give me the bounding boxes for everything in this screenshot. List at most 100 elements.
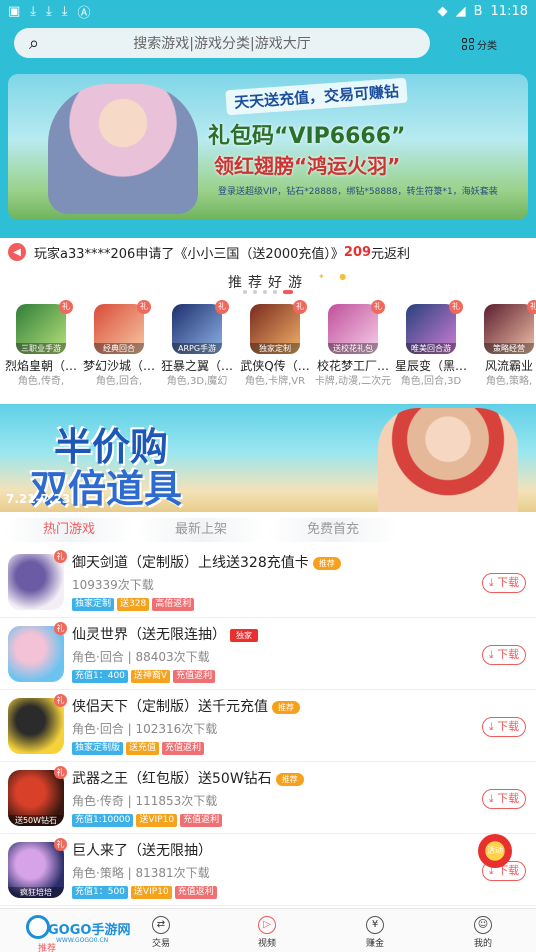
- rebate-ticker[interactable]: ◀ 玩家a33****206申请了《小小三国（送2000充值）》 209 元返利: [0, 238, 536, 266]
- game-list-row[interactable]: 送50W钻石 礼武器之王（红包版）送50W钻石 推荐 角色·传奇 | 111853次下…: [0, 762, 536, 834]
- download-icon: ⤓: [488, 576, 498, 589]
- game-chip: 充值1：400: [72, 670, 128, 683]
- notification-icons: ▣ ⤓ ⤓ ⤓ Ⓐ: [8, 2, 91, 21]
- game-chip: 充值返利: [173, 670, 216, 683]
- search-placeholder: 搜索游戏|游戏分类|游戏大厅: [133, 36, 311, 52]
- gift-badge-icon: 礼: [449, 300, 463, 314]
- game-chip: 送VIP10: [130, 886, 172, 899]
- game-title-text: 侠侣天下（定制版）送千元充值: [72, 699, 268, 715]
- search-bar[interactable]: ⌕ 搜索游戏|游戏分类|游戏大厅: [14, 28, 430, 58]
- game-list-row[interactable]: 疯狂培培 礼巨人来了（送无限抽） 角色·策略 | 81381次下载 充值1：500 送V…: [0, 834, 536, 906]
- download-label: 下载: [497, 720, 520, 733]
- grid-icon: [462, 38, 474, 50]
- gift-badge-icon: 礼: [54, 550, 67, 563]
- recommend-game-item[interactable]: 唯美回合游 礼星辰变（黑… 角色,回合,3D: [391, 300, 471, 388]
- game-chip: 送VIP10: [136, 814, 178, 827]
- game-title-text: 仙灵世界（送无限连抽）: [72, 627, 226, 643]
- game-list-row[interactable]: 礼仙灵世界（送无限连抽） 独家 角色·回合 | 88403次下载 充值1：400 送神裔…: [0, 618, 536, 690]
- notification-app-icon: ▣: [8, 3, 21, 19]
- game-icon-label: 策略经营: [484, 343, 534, 354]
- download-icon: ⤓: [488, 648, 498, 661]
- category-button[interactable]: 分类: [462, 32, 522, 56]
- promo-dates: 7.21-7.23: [6, 492, 71, 506]
- recommend-game-item[interactable]: 送校花礼包 礼校花梦工厂… 卡牌,动漫,二次元: [313, 300, 393, 388]
- game-list-row[interactable]: 礼御天剑道（定制版）上线送328充值卡 推荐 109339次下载 独家定制 送328 高倍…: [0, 546, 536, 618]
- recommend-game-item[interactable]: 独家定制 礼武侠Q传（… 角色,卡牌,VR: [235, 300, 315, 388]
- game-chip: 送328: [117, 598, 150, 611]
- ticker-prefix: 玩家a33****206申请了《小小三国（送2000充值）》: [34, 246, 344, 262]
- logo-url: WWW.GOGO0.CN: [56, 937, 109, 944]
- game-title: 仙灵世界（送无限连抽） 独家: [72, 624, 258, 644]
- game-chips: 充值1:10000 送VIP10 充值返利: [72, 814, 223, 827]
- game-meta: 角色·回合 | 102316次下载: [72, 722, 218, 736]
- game-chips: 独家定制版 送充值 充值返利: [72, 742, 205, 755]
- game-title: 侠侣天下（定制版）送千元充值 推荐: [72, 696, 300, 716]
- banner-line1: 天天送充值，交易可赚钻: [225, 77, 408, 116]
- recommend-game-item[interactable]: ARPG手游 礼狂暴之翼（… 角色,3D,魔幻: [157, 300, 237, 388]
- search-icon: ⌕: [28, 32, 40, 54]
- banner-line2: 礼包码“VIP6666”: [208, 124, 406, 149]
- recommend-row: 三职业手游 礼烈焰皇朝（… 角色,传奇, 经典回合 礼梦幻沙城（… 角色,回合, ARPG手…: [0, 300, 536, 400]
- floating-activity-badge[interactable]: 活动: [478, 834, 512, 868]
- download-button[interactable]: ⤓ 下载: [482, 789, 526, 809]
- ticker-amount: 209: [343, 244, 372, 260]
- game-tags: 角色,传奇,: [17, 376, 65, 387]
- game-chip: 充值1：500: [72, 886, 128, 899]
- game-flag-badge: 推荐: [272, 700, 300, 714]
- game-name: 梦幻沙城（…: [82, 359, 155, 373]
- recommend-game-item[interactable]: 三职业手游 礼烈焰皇朝（… 角色,传奇,: [1, 300, 81, 388]
- game-icon-caption: 送50W钻石: [8, 815, 64, 826]
- download-button[interactable]: ⤓ 下载: [482, 645, 526, 665]
- tab-hot[interactable]: 热门游戏: [4, 518, 134, 542]
- game-meta: 角色·传奇 | 111853次下载: [72, 794, 218, 808]
- download-button[interactable]: ⤓ 下载: [482, 573, 526, 593]
- speaker-icon: ◀: [8, 243, 26, 261]
- gift-badge-icon: 礼: [59, 300, 73, 314]
- game-tabs: 热门游戏 最新上架 免费首充: [0, 518, 536, 542]
- recommend-game-item[interactable]: 策略经营 礼风流霸业 角色,策略,: [469, 300, 536, 388]
- banner-carousel[interactable]: 天天送充值，交易可赚钻 礼包码“VIP6666” 领红翅膀“鸿运火羽” 登录送超…: [8, 74, 528, 220]
- nav-mine[interactable]: ☺ 我的: [438, 909, 528, 952]
- gift-badge-icon: 礼: [371, 300, 385, 314]
- game-tags: 角色,卡牌,VR: [244, 376, 306, 387]
- a-icon: Ⓐ: [77, 5, 91, 21]
- game-icon-label: 经典回合: [94, 343, 144, 354]
- gift-badge-icon: 礼: [137, 300, 151, 314]
- game-tags: 卡牌,动漫,二次元: [314, 376, 392, 387]
- game-meta: 角色·回合 | 88403次下载: [72, 650, 210, 664]
- nav-video[interactable]: ▷ 视频: [222, 909, 312, 952]
- game-icon: ARPG手游: [172, 304, 222, 354]
- app-root: ▣ ⤓ ⤓ ⤓ Ⓐ ◆ ◢ B 11:18 ⌕ 搜索游戏|游戏分类|游戏大厅 分…: [0, 0, 536, 952]
- nav-trade-label: 交易: [151, 939, 170, 949]
- nav-earn-label: 赚金: [365, 939, 384, 949]
- game-icon-label: 独家定制: [250, 343, 300, 354]
- tab-new[interactable]: 最新上架: [136, 518, 266, 542]
- signal-icon: ◢: [455, 3, 466, 19]
- game-icon: [8, 554, 64, 610]
- game-chip: 充值返利: [180, 814, 223, 827]
- game-list-row[interactable]: 礼侠侣天下（定制版）送千元充值 推荐 角色·回合 | 102316次下载 独家定制版送…: [0, 690, 536, 762]
- logo-g-icon: [26, 915, 50, 939]
- download-label: 下载: [497, 792, 520, 805]
- promo-character-image: [378, 408, 518, 512]
- recommend-game-item[interactable]: 经典回合 礼梦幻沙城（… 角色,回合,: [79, 300, 159, 388]
- game-tags: 角色,3D,魔幻: [166, 376, 228, 387]
- sparkle-icon: ✦ ●: [318, 272, 353, 281]
- download-icon: ⤓: [30, 3, 37, 19]
- game-name: 校花梦工厂…: [316, 359, 389, 373]
- nav-trade[interactable]: ⇄ 交易: [116, 909, 206, 952]
- tab-free-first-charge[interactable]: 免费首充: [268, 518, 398, 542]
- game-icon: [8, 698, 64, 754]
- game-chips: 充值1：400 送神裔V 充值返利: [72, 670, 216, 683]
- game-chip: 送充值: [126, 742, 160, 755]
- download-label: 下载: [497, 648, 520, 661]
- game-meta: 角色·策略 | 81381次下载: [72, 866, 210, 880]
- game-icon-label: 三职业手游: [16, 343, 66, 354]
- category-label: 分类: [477, 40, 497, 52]
- promo-banner[interactable]: 半价购 双倍道具 7.21-7.23: [0, 404, 536, 512]
- download-button[interactable]: ⤓ 下载: [482, 717, 526, 737]
- game-title-text: 御天剑道（定制版）上线送328充值卡: [72, 555, 309, 571]
- nav-earn[interactable]: ¥ 赚金: [330, 909, 420, 952]
- download-icon: ⤓: [46, 3, 52, 19]
- game-name: 狂暴之翼（…: [160, 359, 233, 373]
